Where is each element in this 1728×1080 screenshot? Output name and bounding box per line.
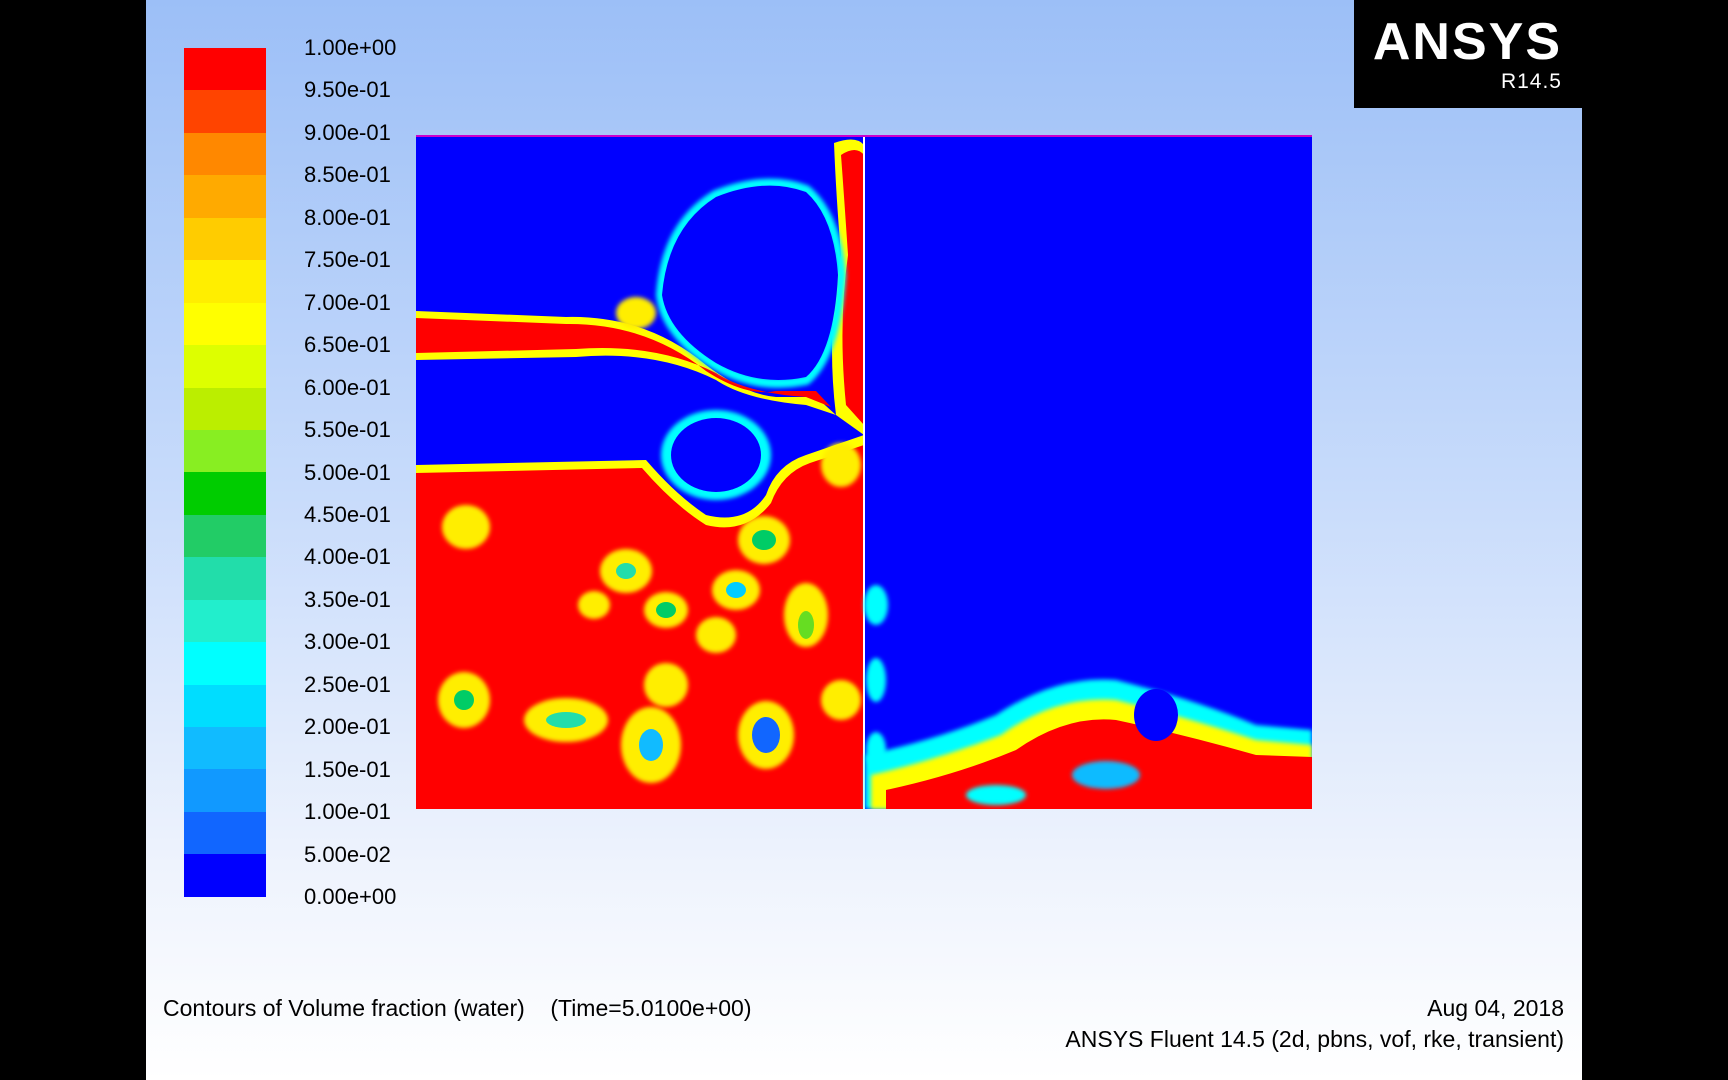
legend-swatch [184,684,266,727]
caption-title: Contours of Volume fraction (water) [163,995,525,1021]
legend-tick-label: 1.50e-01 [304,756,391,782]
legend-tick-label: 6.50e-01 [304,332,391,358]
legend-tick-label: 6.00e-01 [304,374,391,400]
legend-swatch [184,599,266,643]
legend-tick-label: 7.00e-01 [304,289,391,315]
legend-swatch [184,260,266,303]
solver-info: ANSYS Fluent 14.5 (2d, pbns, vof, rke, t… [1065,1026,1564,1052]
legend-swatch [184,727,266,770]
legend-swatch [184,217,266,261]
legend-swatch [184,90,266,133]
legend-swatch [184,642,266,685]
legend-swatch [184,811,266,855]
legend-swatch [184,769,266,812]
legend-tick-label: 5.50e-01 [304,417,391,443]
left-chamber [416,135,864,809]
legend-swatch [184,302,266,346]
legend-tick-label: 8.00e-01 [304,204,391,230]
legend-tick-label: 8.50e-01 [304,162,391,188]
legend-tick-label: 1.00e-01 [304,799,391,825]
legend-swatch [184,429,266,473]
logo-brand: ANSYS [1372,13,1562,71]
legend-swatch [184,472,266,515]
legend-tick-label: 4.50e-01 [304,501,391,527]
legend-swatch [184,175,266,218]
legend-tick-label: 9.00e-01 [304,119,391,145]
legend-tick-label: 2.50e-01 [304,671,391,697]
legend-swatch [184,48,266,91]
legend-tick-label: 2.00e-01 [304,714,391,740]
legend-tick-label: 9.50e-01 [304,77,391,103]
caption-time: (Time=5.0100e+00) [550,995,752,1021]
plot-date: Aug 04, 2018 [1427,995,1564,1021]
legend-swatch [184,345,266,388]
graphics-viewport[interactable]: ANSYS R14.5 1.00e+00 9.50e-01 9.00e-01 8.50… [146,0,1582,1080]
legend-tick-label: 7.50e-01 [304,247,391,273]
contour-plot[interactable] [416,135,1312,809]
plot-caption: Contours of Volume fraction (water) (Tim… [163,995,752,1022]
legend-tick-label: 1.00e+00 [304,35,397,60]
legend-swatch [184,387,266,430]
legend-tick-label: 5.00e-02 [304,841,391,867]
logo-release: R14.5 [1500,70,1562,93]
ansys-logo: ANSYS R14.5 [1354,0,1582,108]
legend-swatch [184,557,266,600]
legend-swatch [184,514,266,558]
colormap-legend [184,48,266,897]
legend-tick-label: 4.00e-01 [304,544,391,570]
legend-tick-label: 3.50e-01 [304,586,391,612]
right-chamber [864,135,1312,809]
legend-tick-label: 5.00e-01 [304,459,391,485]
legend-swatch [184,132,266,176]
legend-tick-label: 0.00e+00 [304,884,397,909]
legend-swatch [184,854,266,897]
legend-tick-label: 3.00e-01 [304,629,391,655]
